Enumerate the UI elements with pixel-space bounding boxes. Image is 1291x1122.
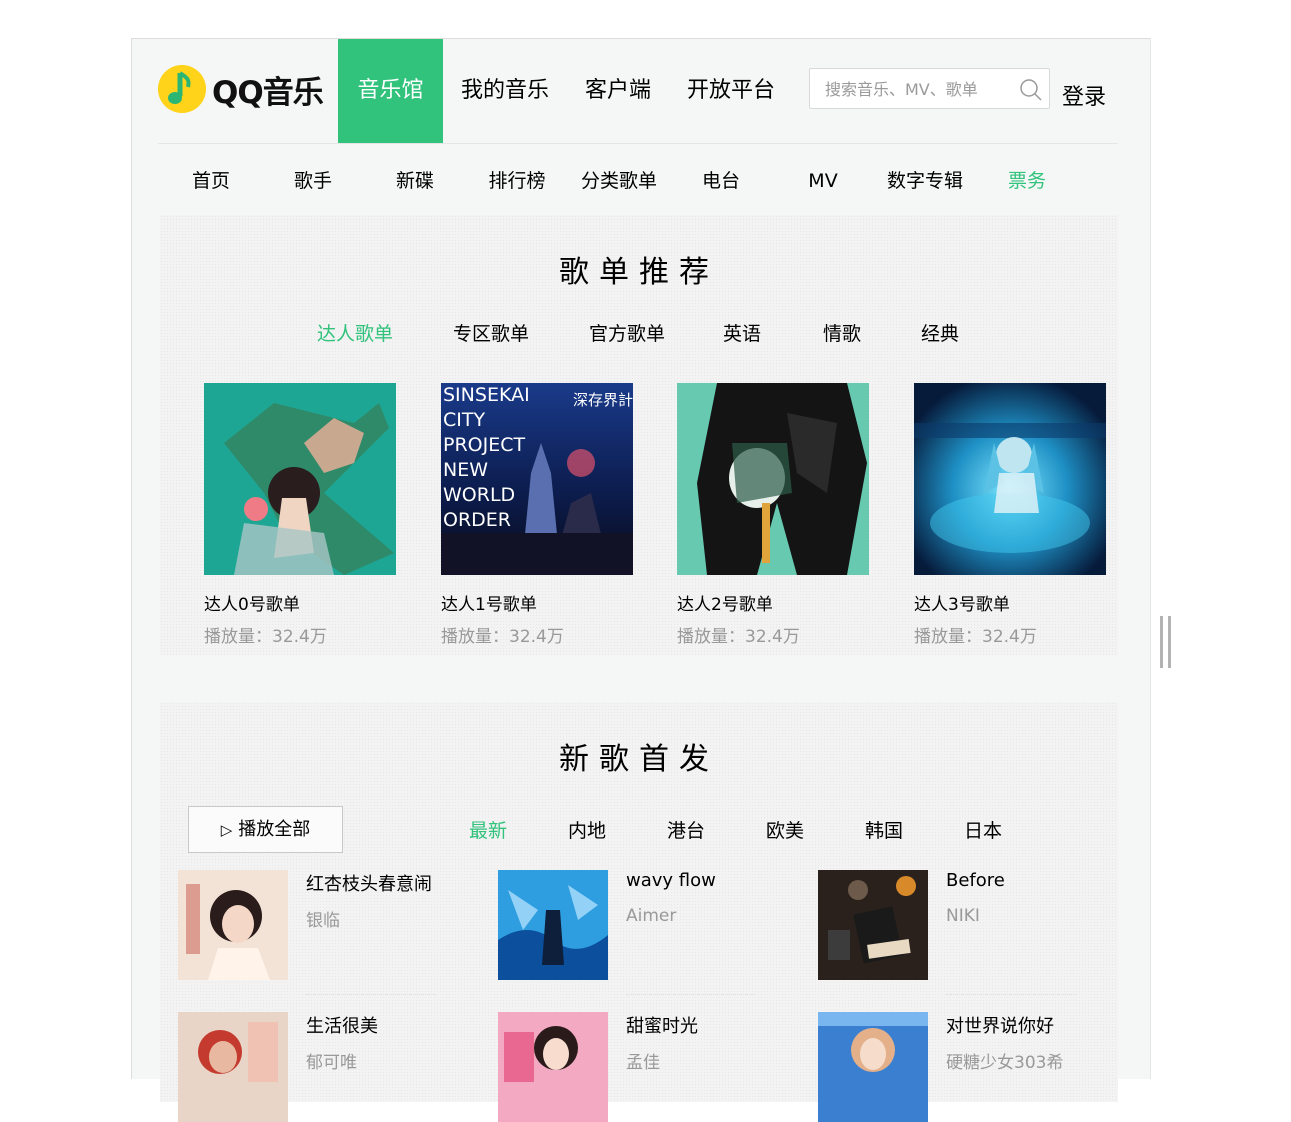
song-title[interactable]: Before [946,870,1005,891]
cover-text: NEW [443,459,488,481]
header-divider [158,143,1118,144]
playlist-card[interactable]: 达人0号歌单 播放量：32.4万 [204,383,396,647]
playlist-name[interactable]: 达人3号歌单 [914,590,1106,615]
song-artist[interactable]: Aimer [626,906,676,926]
playlist-recommend-section: 歌单推荐 达人歌单 专区歌单 官方歌单 英语 情歌 经典 达人0号歌单 播放量：… [160,215,1118,655]
playlist-card[interactable]: 达人3号歌单 播放量：32.4万 [914,383,1106,647]
logo-text: QQ音乐 [212,74,324,111]
section-title: 新歌首发 [559,742,719,777]
cover-text: ORDER [443,509,511,531]
song-artist[interactable]: 孟佳 [626,1048,660,1073]
subnav-radio[interactable]: 电台 [670,145,772,217]
tab-korea[interactable]: 韩国 [856,816,912,843]
song-title[interactable]: 甜蜜时光 [626,1012,698,1038]
playlist-cover[interactable]: SINSEKAI CITY PROJECT NEW WORLD ORDER 深存… [441,383,633,575]
page-container: QQ音乐 音乐馆 我的音乐 客户端 开放平台 登录 首页 歌手 新碟 排行榜 分… [131,38,1151,1122]
song-item[interactable]: wavy flow Aimer [498,870,798,995]
tab-zone-playlists[interactable]: 专区歌单 [446,319,536,346]
play-all-label: 播放全部 [238,819,311,840]
search-box [809,68,1050,110]
song-artist[interactable]: 硬糖少女303希 [946,1048,1063,1073]
song-cover[interactable] [498,1012,608,1122]
tab-english[interactable]: 英语 [714,319,770,346]
divider [946,994,1076,995]
subnav-category-playlists[interactable]: 分类歌单 [568,145,670,217]
playlist-cover[interactable] [914,383,1106,575]
tab-love-songs[interactable]: 情歌 [814,319,870,346]
login-link[interactable]: 登录 [1062,79,1106,111]
search-icon[interactable] [1019,78,1043,102]
subnav-singers[interactable]: 歌手 [262,145,364,217]
logo[interactable]: QQ音乐 [158,65,324,113]
tab-mainland[interactable]: 内地 [559,816,615,843]
tab-japan[interactable]: 日本 [955,816,1011,843]
song-item[interactable]: 对世界说你好 硬糖少女303希 [818,1012,1118,1122]
search-input[interactable] [810,69,1027,110]
subnav-digital-albums[interactable]: 数字专辑 [874,145,976,217]
tab-western[interactable]: 欧美 [757,816,813,843]
divider [306,994,436,995]
playlist-play-count: 播放量：32.4万 [204,627,327,647]
playlist-cover[interactable] [204,383,396,575]
song-title[interactable]: 生活很美 [306,1012,378,1038]
song-cover[interactable] [498,870,608,980]
playlist-name[interactable]: 达人0号歌单 [204,590,396,615]
new-song-tabs: 最新 内地 港台 欧美 韩国 日本 [460,816,1011,843]
subnav-new-albums[interactable]: 新碟 [364,145,466,217]
cover-text: SINSEKAI [443,384,530,406]
playlist-play-count: 播放量：32.4万 [914,627,1037,647]
playlist-play-count: 播放量：32.4万 [441,627,564,647]
new-songs-section: 新歌首发 ▷ 播放全部 最新 内地 港台 欧美 韩国 日本 红杏枝头春意闹 银临… [160,702,1118,1122]
cover-text: CITY [443,409,485,431]
song-artist[interactable]: NIKI [946,906,980,926]
subnav-tickets[interactable]: 票务 [976,145,1078,217]
sub-nav: 首页 歌手 新碟 排行榜 分类歌单 电台 MV 数字专辑 票务 [160,145,1078,217]
play-icon: ▷ [220,821,233,839]
cover-text: PROJECT [443,434,525,456]
song-item[interactable]: 生活很美 郁可唯 [178,1012,478,1122]
tab-classics[interactable]: 经典 [912,319,968,346]
song-artist[interactable]: 银临 [306,906,340,931]
tab-official-playlists[interactable]: 官方歌单 [582,319,672,346]
play-all-button[interactable]: ▷ 播放全部 [188,806,343,853]
playlist-card[interactable]: SINSEKAI CITY PROJECT NEW WORLD ORDER 深存… [441,383,633,647]
nav-client[interactable]: 客户端 [567,39,669,143]
tab-hk-tw[interactable]: 港台 [658,816,714,843]
tab-talent-playlists[interactable]: 达人歌单 [310,319,400,346]
playlist-play-count: 播放量：32.4万 [677,627,800,647]
section-title: 歌单推荐 [559,255,719,290]
playlist-card[interactable]: 达人2号歌单 播放量：32.4万 [677,383,869,647]
song-title[interactable]: wavy flow [626,870,716,891]
subnav-mv[interactable]: MV [772,145,874,217]
tab-latest[interactable]: 最新 [460,816,516,843]
song-cover[interactable] [178,870,288,980]
song-item[interactable]: 红杏枝头春意闹 银临 [178,870,478,995]
scroll-handle[interactable] [1160,616,1172,668]
playlist-cover[interactable] [677,383,869,575]
main-nav: 音乐馆 我的音乐 客户端 开放平台 [338,39,793,143]
nav-open-platform[interactable]: 开放平台 [669,39,793,143]
song-title[interactable]: 红杏枝头春意闹 [306,870,432,896]
playlist-tabs: 达人歌单 专区歌单 官方歌单 英语 情歌 经典 [310,319,968,346]
song-item[interactable]: Before NIKI [818,870,1118,995]
divider [626,994,756,995]
subnav-home[interactable]: 首页 [160,145,262,217]
subnav-charts[interactable]: 排行榜 [466,145,568,217]
playlist-name[interactable]: 达人1号歌单 [441,590,633,615]
cover-text: WORLD [443,484,515,506]
song-item[interactable]: 甜蜜时光 孟佳 [498,1012,798,1122]
song-title[interactable]: 对世界说你好 [946,1012,1054,1038]
song-cover[interactable] [178,1012,288,1122]
song-artist[interactable]: 郁可唯 [306,1048,357,1073]
nav-music-hall[interactable]: 音乐馆 [338,39,443,143]
song-cover[interactable] [818,870,928,980]
song-cover[interactable] [818,1012,928,1122]
nav-my-music[interactable]: 我的音乐 [443,39,567,143]
playlist-name[interactable]: 达人2号歌单 [677,590,869,615]
cover-text: 深存界計画 [573,391,633,409]
qq-music-logo-icon [158,65,206,113]
